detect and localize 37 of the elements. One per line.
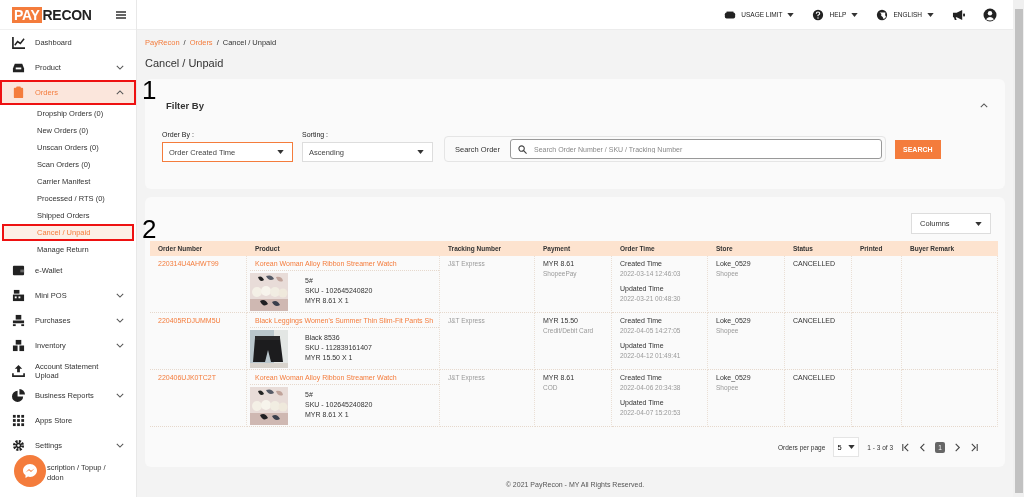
caret-icon bbox=[848, 445, 856, 449]
user-icon[interactable] bbox=[983, 7, 997, 22]
last-page-icon[interactable] bbox=[970, 442, 979, 452]
globe-icon bbox=[876, 8, 889, 21]
grid-icon bbox=[12, 414, 25, 427]
caret-icon bbox=[851, 12, 859, 17]
previous-page-icon[interactable] bbox=[918, 442, 927, 452]
search-icon bbox=[518, 145, 528, 154]
scrollbar[interactable] bbox=[1013, 0, 1024, 497]
wallet-icon bbox=[12, 264, 25, 277]
caret-icon bbox=[927, 12, 934, 17]
clipboard-icon bbox=[12, 86, 25, 99]
pie-chart-icon bbox=[12, 389, 25, 402]
chevron-icon bbox=[980, 102, 988, 108]
gear-icon bbox=[12, 439, 25, 452]
annotation-number: 1 bbox=[142, 77, 157, 103]
caret-icon bbox=[787, 12, 795, 17]
caret-icon bbox=[277, 150, 284, 154]
messenger-icon bbox=[22, 463, 38, 479]
filter-title: Filter By bbox=[166, 99, 204, 111]
annotation-number: 2 bbox=[142, 216, 157, 242]
boxes-icon bbox=[12, 314, 25, 327]
help-icon bbox=[812, 8, 825, 21]
tray-icon bbox=[12, 61, 25, 74]
next-page-icon[interactable] bbox=[953, 442, 962, 452]
caret-icon bbox=[417, 150, 424, 154]
logo: PAY RECON bbox=[12, 6, 92, 23]
first-page-icon[interactable] bbox=[901, 442, 910, 452]
boxes-icon bbox=[12, 339, 25, 352]
caret-icon bbox=[975, 221, 982, 226]
megaphone-icon[interactable] bbox=[952, 8, 965, 21]
register-icon bbox=[12, 289, 25, 302]
menu-icon[interactable] bbox=[116, 10, 126, 19]
upload-icon bbox=[12, 364, 25, 377]
page-title: Cancel / Unpaid bbox=[145, 57, 225, 69]
collapse-toggle[interactable] bbox=[980, 102, 988, 108]
chart-icon bbox=[12, 36, 25, 49]
